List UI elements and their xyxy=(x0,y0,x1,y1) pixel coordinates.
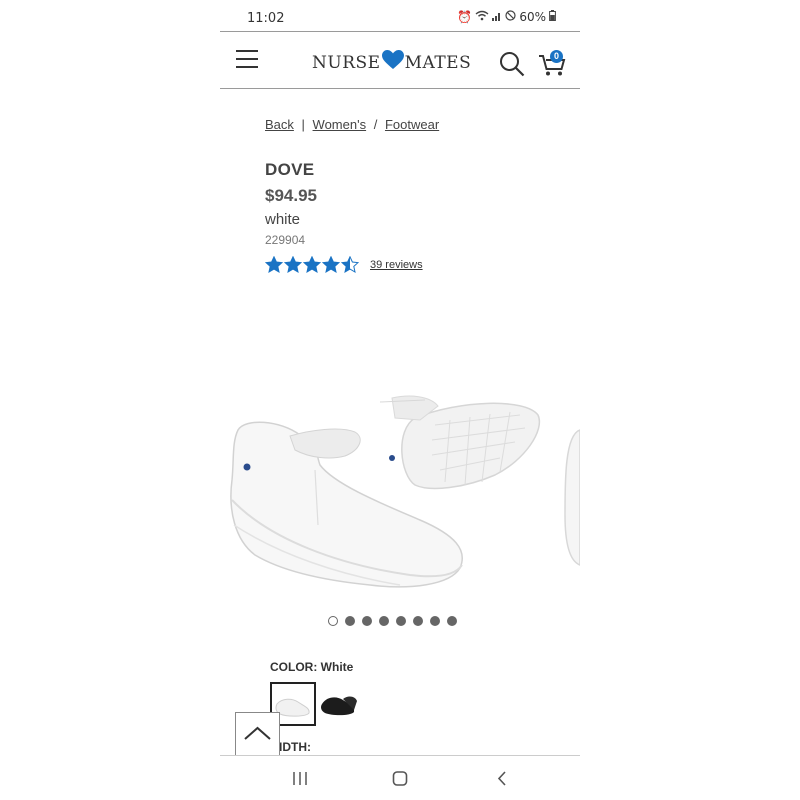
width-option-label: IDTH: xyxy=(279,740,311,754)
breadcrumb-womens-link[interactable]: Women's xyxy=(313,117,367,132)
chevron-up-icon xyxy=(244,726,271,740)
carousel-dot[interactable] xyxy=(396,616,406,626)
heart-icon xyxy=(381,50,404,75)
carousel-dot[interactable] xyxy=(345,616,355,626)
breadcrumb-footwear-link[interactable]: Footwear xyxy=(385,117,439,132)
wifi-icon xyxy=(475,10,489,24)
shoe-image xyxy=(230,395,580,588)
color-option-label: COLOR: White xyxy=(270,660,354,674)
phone-screen: 11:02 ⏰ 60% NURSE MATES 0 Back | Women's… xyxy=(220,0,580,800)
breadcrumb-back-link[interactable]: Back xyxy=(265,117,294,132)
star-icon xyxy=(303,256,321,273)
star-rating xyxy=(265,256,360,273)
star-icon xyxy=(341,256,359,273)
star-icon xyxy=(265,256,283,273)
home-icon[interactable] xyxy=(385,766,415,790)
site-header: NURSE MATES 0 xyxy=(220,32,580,88)
carousel-dot[interactable] xyxy=(447,616,457,626)
product-color: white xyxy=(265,211,301,228)
status-icons: ⏰ 60% xyxy=(457,10,556,24)
star-icon xyxy=(322,256,340,273)
status-bar: 11:02 ⏰ 60% xyxy=(220,0,580,32)
battery-icon xyxy=(549,10,556,24)
do-not-disturb-icon xyxy=(505,10,516,24)
reviews-link[interactable]: 39 reviews xyxy=(370,259,423,271)
alarm-icon: ⏰ xyxy=(457,10,473,24)
product-sku: 229904 xyxy=(265,233,306,247)
battery-percent: 60% xyxy=(519,10,546,24)
recent-apps-icon[interactable] xyxy=(285,766,315,790)
brand-logo[interactable]: NURSE MATES xyxy=(312,50,471,75)
signal-icon xyxy=(492,10,502,24)
logo-text-right: MATES xyxy=(404,52,472,73)
logo-text-left: NURSE xyxy=(312,52,381,73)
breadcrumb: Back | Women's / Footwear xyxy=(265,117,439,132)
carousel-dot[interactable] xyxy=(430,616,440,626)
carousel-dot[interactable] xyxy=(362,616,372,626)
swatch-black[interactable] xyxy=(317,682,359,722)
header-bottom-divider xyxy=(220,88,580,89)
breadcrumb-separator: | xyxy=(301,117,305,132)
product-image-carousel[interactable] xyxy=(220,390,580,600)
back-to-top-button[interactable] xyxy=(235,712,280,757)
star-icon xyxy=(284,256,302,273)
product-price: $94.95 xyxy=(265,186,317,205)
carousel-dot[interactable] xyxy=(413,616,423,626)
back-icon[interactable] xyxy=(487,766,517,790)
carousel-dot[interactable] xyxy=(379,616,389,626)
breadcrumb-separator: / xyxy=(373,117,378,132)
system-nav-bar xyxy=(220,756,580,800)
carousel-dots xyxy=(328,616,457,626)
product-title: DOVE xyxy=(265,160,315,179)
carousel-dot[interactable] xyxy=(328,616,338,626)
status-time: 11:02 xyxy=(247,11,285,26)
hamburger-menu-icon[interactable] xyxy=(236,50,258,68)
product-rating[interactable]: 39 reviews xyxy=(265,256,423,273)
cart-count-badge: 0 xyxy=(550,50,563,63)
search-icon[interactable] xyxy=(499,51,525,77)
